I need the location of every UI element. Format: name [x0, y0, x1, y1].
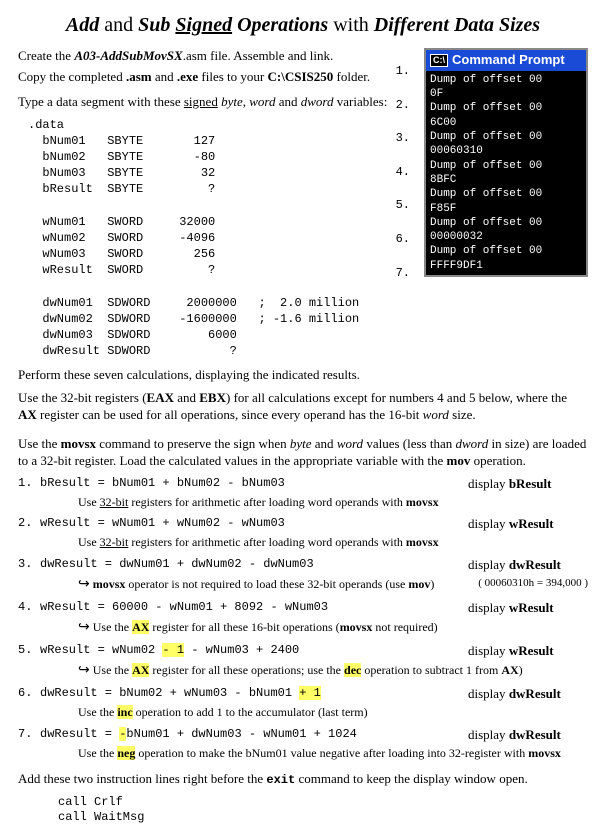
result-number: 6.: [390, 232, 410, 248]
prompt-line: 8BFC: [430, 173, 582, 187]
calc-row-7: 7. dwResult = -bNum01 + dwNum03 - wNum01…: [18, 727, 588, 744]
command-prompt-titlebar: C:\ Command Prompt: [426, 50, 586, 71]
result-number: 5.: [390, 198, 410, 214]
title-word: Signed: [175, 14, 232, 36]
title-word: and: [104, 14, 133, 36]
calc-note-6: Use the inc operation to add 1 to the ac…: [78, 705, 588, 721]
calc-expression: dwResult = bNum02 + wNum03 - bNum01 + 1: [40, 686, 468, 703]
calc-note-4: ↪ Use the AX register for all these 16-b…: [78, 619, 588, 637]
title-word: Different Data Sizes: [374, 14, 540, 36]
arrow-icon: ↪: [78, 663, 90, 678]
command-prompt-window: C:\ Command Prompt Dump of offset 00 0F …: [424, 48, 588, 277]
title-word: Operations: [237, 14, 328, 36]
calc-note-7: Use the neg operation to make the bNum01…: [78, 746, 588, 762]
title-word: with: [333, 14, 369, 36]
footer-code: call Crlf call WaitMsg: [58, 795, 588, 826]
perform-paragraph: Perform these seven calculations, displa…: [18, 367, 588, 384]
calc-number: 2.: [18, 516, 40, 533]
result-number: 2.: [390, 98, 410, 114]
calc-display: display wResult: [468, 600, 588, 617]
terminal-icon: C:\: [430, 54, 448, 68]
prompt-line: 00000032: [430, 230, 582, 244]
prompt-line: Dump of offset 00: [430, 159, 582, 173]
result-number: 4.: [390, 165, 410, 181]
calc-number: 4.: [18, 600, 40, 617]
page-title: Add and Sub Signed Operations with Diffe…: [18, 12, 588, 38]
result-number-column: 1. 2. 3. 4. 5. 6. 7.: [390, 48, 410, 299]
calc-row-4: 4. wResult = 60000 - wNum01 + 8092 - wNu…: [18, 600, 588, 617]
arrow-icon: ↪: [78, 620, 90, 635]
command-prompt-title-text: Command Prompt: [452, 52, 565, 69]
prompt-line: 00060310: [430, 144, 582, 158]
prompt-line: Dump of offset 00: [430, 244, 582, 258]
result-number: 7.: [390, 266, 410, 282]
calc-expression: wResult = wNum01 + wNum02 - wNum03: [40, 516, 468, 533]
calc-display: display dwResult: [468, 557, 588, 574]
prompt-line: Dump of offset 00: [430, 216, 582, 230]
calc-expression: bResult = bNum01 + bNum02 - bNum03: [40, 476, 468, 493]
calc-row-2: 2. wResult = wNum01 + wNum02 - wNum03 di…: [18, 516, 588, 533]
calc-row-3: 3. dwResult = dwNum01 + dwNum02 - dwNum0…: [18, 557, 588, 574]
calc-note-5: ↪ Use the AX register for all these oper…: [78, 662, 588, 680]
title-word: Sub: [138, 14, 170, 36]
calc-display: display wResult: [468, 643, 588, 660]
calc-display: display dwResult: [468, 727, 588, 744]
prompt-line: Dump of offset 00: [430, 130, 582, 144]
calc-expression: wResult = 60000 - wNum01 + 8092 - wNum03: [40, 600, 468, 617]
command-prompt-body: Dump of offset 00 0F Dump of offset 00 6…: [426, 71, 586, 275]
calc-row-5: 5. wResult = wNum02 - 1 - wNum03 + 2400 …: [18, 643, 588, 660]
result-number: 1.: [390, 64, 410, 80]
calc-row-1: 1. bResult = bNum01 + bNum02 - bNum03 di…: [18, 476, 588, 493]
calc-number: 1.: [18, 476, 40, 493]
hex-decimal-note: ( 00060310h = 394,000 ): [478, 576, 588, 594]
movsx-paragraph: Use the movsx command to preserve the si…: [18, 436, 588, 470]
arrow-icon: ↪: [78, 577, 90, 592]
registers-paragraph: Use the 32-bit registers (EAX and EBX) f…: [18, 390, 588, 424]
prompt-line: F85F: [430, 202, 582, 216]
prompt-line: 6C00: [430, 116, 582, 130]
calc-display: display wResult: [468, 516, 588, 533]
prompt-line: Dump of offset 00: [430, 101, 582, 115]
calc-expression: dwResult = -bNum01 + dwNum03 - wNum01 + …: [40, 727, 468, 744]
calc-row-6: 6. dwResult = bNum02 + wNum03 - bNum01 +…: [18, 686, 588, 703]
calc-number: 5.: [18, 643, 40, 660]
calc-note-1: Use 32-bit registers for arithmetic afte…: [78, 495, 588, 511]
calc-expression: wResult = wNum02 - 1 - wNum03 + 2400: [40, 643, 468, 660]
calc-number: 6.: [18, 686, 40, 703]
calc-display: display bResult: [468, 476, 588, 493]
calc-number: 3.: [18, 557, 40, 574]
calc-expression: dwResult = dwNum01 + dwNum02 - dwNum03: [40, 557, 468, 574]
title-word: Add: [66, 14, 99, 36]
prompt-line: Dump of offset 00: [430, 187, 582, 201]
calc-number: 7.: [18, 727, 40, 744]
prompt-line: FFFF9DF1: [430, 259, 582, 273]
prompt-line: Dump of offset 00: [430, 73, 582, 87]
prompt-line: 0F: [430, 87, 582, 101]
calc-note-2: Use 32-bit registers for arithmetic afte…: [78, 535, 588, 551]
footer-instruction: Add these two instruction lines right be…: [18, 771, 588, 789]
calc-note-3: ↪ movsx operator is not required to load…: [78, 576, 588, 594]
result-number: 3.: [390, 131, 410, 147]
calc-display: display dwResult: [468, 686, 588, 703]
